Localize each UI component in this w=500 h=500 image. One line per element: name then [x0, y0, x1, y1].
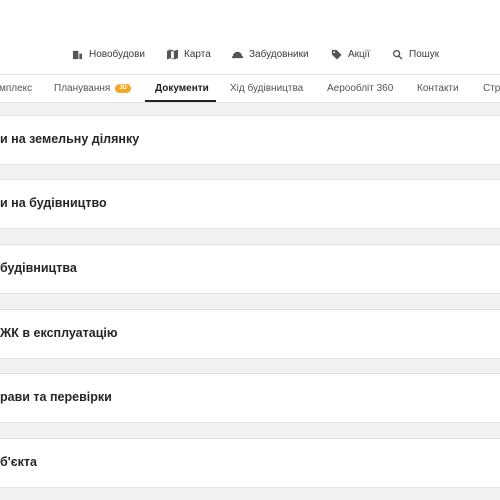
nav-label: Забудовники	[249, 48, 309, 60]
tab-more[interactable]: Стр	[483, 83, 500, 94]
tab-label: Документи	[155, 83, 209, 94]
helmet-icon	[232, 49, 243, 60]
tag-icon	[331, 49, 342, 60]
tab-label: Контакти	[417, 83, 459, 94]
tab-documents[interactable]: Документи	[155, 83, 209, 94]
active-tab-indicator	[145, 100, 216, 102]
tab-label: мплекс	[0, 83, 33, 94]
document-section[interactable]: ЖК в експлуатацію	[0, 309, 500, 359]
document-section-title: и на будівництво	[0, 196, 107, 210]
tab-aerial-360[interactable]: Аерообліт 360	[327, 83, 393, 94]
search-icon	[392, 49, 403, 60]
document-section-title: рави та перевірки	[0, 390, 112, 404]
document-section-title: б'єкта	[0, 455, 37, 469]
tab-layouts[interactable]: Планування 3D	[54, 83, 131, 94]
nav-developers[interactable]: Забудовники	[232, 47, 309, 61]
nav-map[interactable]: Карта	[167, 47, 211, 61]
document-section[interactable]: б'єкта	[0, 438, 500, 488]
nav-label: Пошук	[409, 48, 440, 60]
document-section-title: и на земельну ділянку	[0, 132, 140, 146]
nav-promotions[interactable]: Акції	[331, 47, 370, 61]
nav-label: Новобудови	[89, 48, 146, 60]
tab-complex[interactable]: мплекс	[0, 83, 32, 94]
document-section[interactable]: будівництва	[0, 244, 500, 294]
nav-label: Карта	[184, 48, 211, 60]
document-section[interactable]: и на будівництво	[0, 179, 500, 229]
building-icon	[72, 49, 83, 60]
map-icon	[167, 48, 178, 60]
site-header: Новобудови Карта Забудовники Акції Пошук	[0, 0, 500, 74]
document-section[interactable]: и на земельну ділянку	[0, 115, 500, 165]
tab-label: Аерообліт 360	[327, 83, 394, 94]
tab-label: Стр	[483, 83, 500, 94]
badge-3d: 3D	[115, 84, 131, 93]
nav-novobudovy[interactable]: Новобудови	[72, 47, 145, 61]
document-section[interactable]: рави та перевірки	[0, 373, 500, 423]
tab-contacts[interactable]: Контакти	[417, 83, 459, 94]
tab-construction-progress[interactable]: Хід будівництва	[230, 83, 303, 94]
document-section-title: будівництва	[0, 261, 77, 275]
tab-bar: мплекс Планування 3D Документи Хід будів…	[0, 75, 500, 103]
tab-label: Планування	[54, 83, 111, 94]
nav-search[interactable]: Пошук	[392, 47, 439, 61]
document-section-title: ЖК в експлуатацію	[0, 326, 118, 340]
tab-label: Хід будівництва	[230, 83, 304, 94]
nav-label: Акції	[348, 48, 370, 60]
